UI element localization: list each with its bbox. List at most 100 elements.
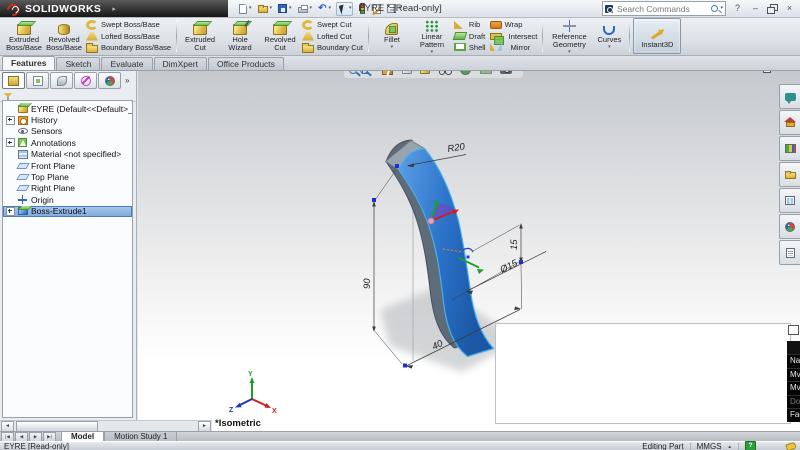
tree-item-part-root[interactable]: EYRE (Default<<Default>_Displ	[3, 103, 132, 114]
dimension-diameter[interactable]: Ø15	[466, 251, 547, 295]
sketch-vertex[interactable]	[395, 164, 399, 168]
search-box[interactable]: ▾	[602, 1, 726, 16]
tree-item-material[interactable]: Material <not specified>	[3, 149, 132, 160]
horizontal-scrollbar[interactable]: ◄ ►	[0, 420, 212, 432]
select-button[interactable]: ▾	[335, 1, 354, 16]
tree-item-sensors[interactable]: Sensors	[3, 126, 132, 137]
solidworks-logo: SOLIDWORKS ▸	[0, 0, 228, 17]
tab-evaluate[interactable]: Evaluate	[101, 57, 153, 70]
print-button[interactable]: ▾	[297, 3, 314, 14]
panel-tabs-overflow[interactable]: »	[125, 76, 129, 85]
sketch-vertex[interactable]	[519, 260, 523, 264]
tree-item-right-plane[interactable]: Right Plane	[3, 183, 132, 194]
units-caret-icon[interactable]: ▲	[728, 444, 732, 449]
solidworks-resources-tab[interactable]	[779, 84, 800, 109]
swept-cut-button[interactable]: Swept Cut	[302, 19, 363, 30]
home-tab[interactable]	[779, 110, 800, 135]
reference-geometry-button[interactable]: Reference Geometry ▾	[546, 18, 592, 55]
tree-item-front-plane[interactable]: Front Plane	[3, 160, 132, 171]
shell-button[interactable]: Shell	[453, 42, 486, 53]
title-bar: SOLIDWORKS ▸ ▾ ▾ ▾ ▾ ↶ ▾ ▾ ▾ EYRE * [Read…	[0, 0, 800, 18]
sketch-vertex[interactable]	[403, 363, 407, 368]
triad-origin-handle[interactable]	[427, 217, 435, 225]
mirror-button[interactable]: Mirror	[489, 42, 538, 53]
undo-button[interactable]: ↶ ▾	[317, 3, 332, 15]
save-button[interactable]: ▾	[277, 3, 293, 14]
close-button[interactable]: ×	[783, 3, 796, 14]
file-explorer-tab[interactable]	[779, 162, 800, 187]
search-input[interactable]	[615, 2, 710, 15]
extruded-cut-button[interactable]: Extruded Cut	[180, 18, 220, 54]
design-library-tab[interactable]	[779, 136, 800, 161]
swept-boss-button[interactable]: Swept Boss/Base	[86, 19, 171, 30]
boundary-boss-button[interactable]: Boundary Boss/Base	[86, 42, 171, 53]
annotations-icon	[18, 138, 27, 148]
context-menu-item[interactable]: Mv	[787, 381, 800, 395]
search-caret-icon[interactable]: ▾	[720, 6, 723, 11]
tag-icon[interactable]	[785, 441, 797, 450]
custom-properties-icon	[785, 247, 795, 258]
title-bar-right: ▾ ? – ×	[602, 1, 800, 16]
new-button[interactable]: ▾	[238, 3, 253, 15]
brand-text: SOLIDWORKS	[25, 2, 102, 15]
overlay-context-menu: Na Mv Mv Do Fac	[787, 341, 800, 422]
expand-toggle[interactable]	[6, 206, 15, 216]
tab-dimxpert[interactable]: DimXpert	[153, 57, 207, 70]
lofted-cut-button[interactable]: Lofted Cut	[302, 31, 363, 42]
appearances-tab[interactable]	[779, 214, 800, 239]
display-manager-tab[interactable]	[98, 72, 121, 89]
search-icon[interactable]	[711, 5, 719, 12]
rib-button[interactable]: Rib	[453, 19, 486, 30]
linear-pattern-button[interactable]: Linear Pattern ▾	[412, 18, 452, 55]
tree-item-history[interactable]: History	[3, 114, 132, 125]
wrap-button[interactable]: Wrap	[489, 19, 538, 30]
intersect-button[interactable]: Intersect	[489, 31, 537, 45]
fillet-button[interactable]: Fillet ▾	[372, 18, 412, 54]
status-mode: Editing Part	[642, 441, 684, 450]
view-palette-tab[interactable]	[779, 188, 800, 213]
quick-tips-icon[interactable]: ?	[745, 441, 756, 450]
property-manager-tab[interactable]	[26, 72, 49, 89]
feature-tree-tab[interactable]	[2, 72, 25, 89]
open-button[interactable]: ▾	[257, 3, 274, 14]
tree-item-annotations[interactable]: Annotations	[3, 137, 132, 148]
restore-button[interactable]	[767, 3, 778, 14]
expand-toggle[interactable]	[6, 138, 15, 148]
draft-button[interactable]: Draft	[452, 31, 486, 42]
tree-item-origin[interactable]: Origin	[3, 194, 132, 205]
extruded-boss-button[interactable]: Extruded Boss/Base	[4, 18, 44, 54]
instant3d-toggle[interactable]: Instant3D	[633, 18, 682, 54]
dimxpert-manager-tab[interactable]	[74, 72, 97, 89]
configuration-manager-tab[interactable]	[50, 72, 73, 89]
scrollbar-thumb[interactable]	[16, 420, 98, 432]
hole-wizard-button[interactable]: Hole Wizard	[220, 18, 260, 54]
minimize-button[interactable]: –	[749, 3, 762, 14]
expand-toggle[interactable]	[6, 115, 15, 125]
context-menu-item[interactable]: Fac	[787, 408, 800, 422]
revolved-boss-button[interactable]: Revolved Boss/Base	[44, 18, 84, 54]
revolved-cut-button[interactable]: Revolved Cut	[260, 18, 300, 54]
context-menu-item[interactable]: Mv	[787, 367, 800, 382]
plane-icon	[15, 162, 30, 169]
tab-sketch[interactable]: Sketch	[56, 57, 101, 70]
help-button[interactable]: ?	[731, 3, 744, 14]
units-selector[interactable]: MMGS	[697, 442, 722, 450]
lofted-boss-button[interactable]: Lofted Boss/Base	[86, 31, 171, 42]
sketch-vertex[interactable]	[372, 198, 376, 202]
custom-properties-tab[interactable]	[779, 240, 800, 265]
material-icon	[17, 149, 28, 159]
tree-item-top-plane[interactable]: Top Plane	[3, 171, 132, 182]
status-bar-right: Editing Part MMGS ▲ ?	[642, 441, 797, 450]
tree-item-boss-extrude1[interactable]: Boss-Extrude1	[3, 205, 132, 217]
tab-features[interactable]: Features	[2, 56, 56, 70]
home-icon	[784, 117, 796, 127]
linear-pattern-icon	[424, 20, 439, 32]
scroll-left-button[interactable]: ◄	[1, 420, 14, 432]
boundary-cut-button[interactable]: Boundary Cut	[302, 42, 363, 53]
scroll-right-button[interactable]: ►	[198, 420, 211, 432]
context-menu-item[interactable]: Na	[787, 354, 800, 368]
tab-office-products[interactable]: Office Products	[207, 57, 284, 70]
curves-button[interactable]: Curves ▾	[592, 18, 626, 54]
ribbon-separator	[176, 20, 178, 52]
overlay-window-icon[interactable]	[788, 325, 799, 335]
